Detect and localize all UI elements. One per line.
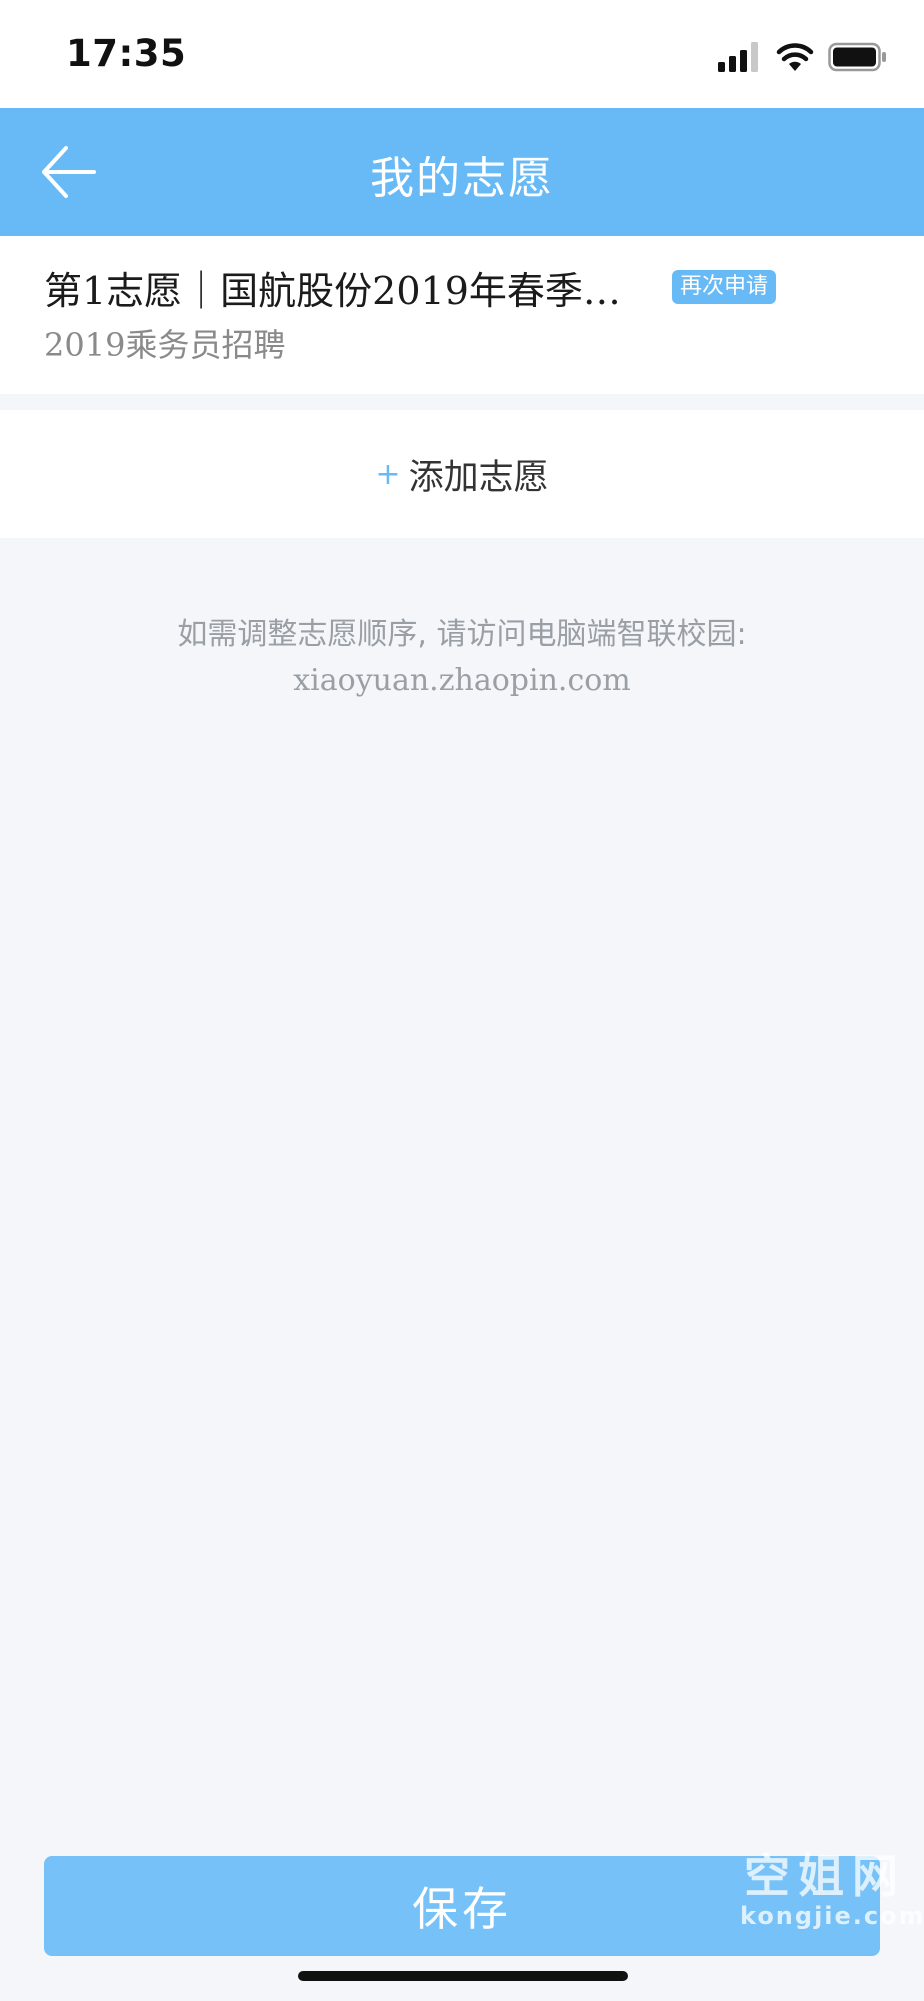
plus-icon: + (375, 456, 401, 492)
status-icons (718, 40, 888, 74)
watermark-logo: 空姐网 kongjie.com (740, 1849, 924, 1930)
wifi-icon (776, 43, 814, 71)
status-time: 17:35 (66, 32, 187, 75)
hint-text: 如需调整志愿顺序, 请访问电脑端智联校园: xiaoyuan.zhaopin.c… (0, 612, 924, 704)
reapply-button[interactable]: 再次申请 (672, 270, 777, 304)
wish-subtitle: 2019乘务员招聘 (44, 326, 286, 364)
add-wish-button[interactable]: + 添加志愿 (0, 410, 924, 538)
page-title: 我的志愿 (370, 153, 554, 204)
wish-title: 第1志愿｜国航股份2019年春季… (44, 269, 621, 313)
signal-icon (718, 42, 758, 72)
home-indicator (298, 1971, 628, 1981)
battery-icon (828, 42, 886, 72)
watermark-text: 空姐网 (744, 1849, 906, 1903)
hint-line: 如需调整志愿顺序, 请访问电脑端智联校园: (177, 617, 747, 652)
hint-url: xiaoyuan.zhaopin.com (293, 663, 631, 698)
wish-list-item[interactable]: 第1志愿｜国航股份2019年春季… 2019乘务员招聘 再次申请 (0, 236, 924, 394)
watermark-url: kongjie.com (740, 1902, 924, 1930)
add-wish-label: 添加志愿 (408, 457, 549, 498)
status-bar: 17:35 (0, 0, 924, 108)
nav-bar: 我的志愿 (0, 108, 924, 236)
